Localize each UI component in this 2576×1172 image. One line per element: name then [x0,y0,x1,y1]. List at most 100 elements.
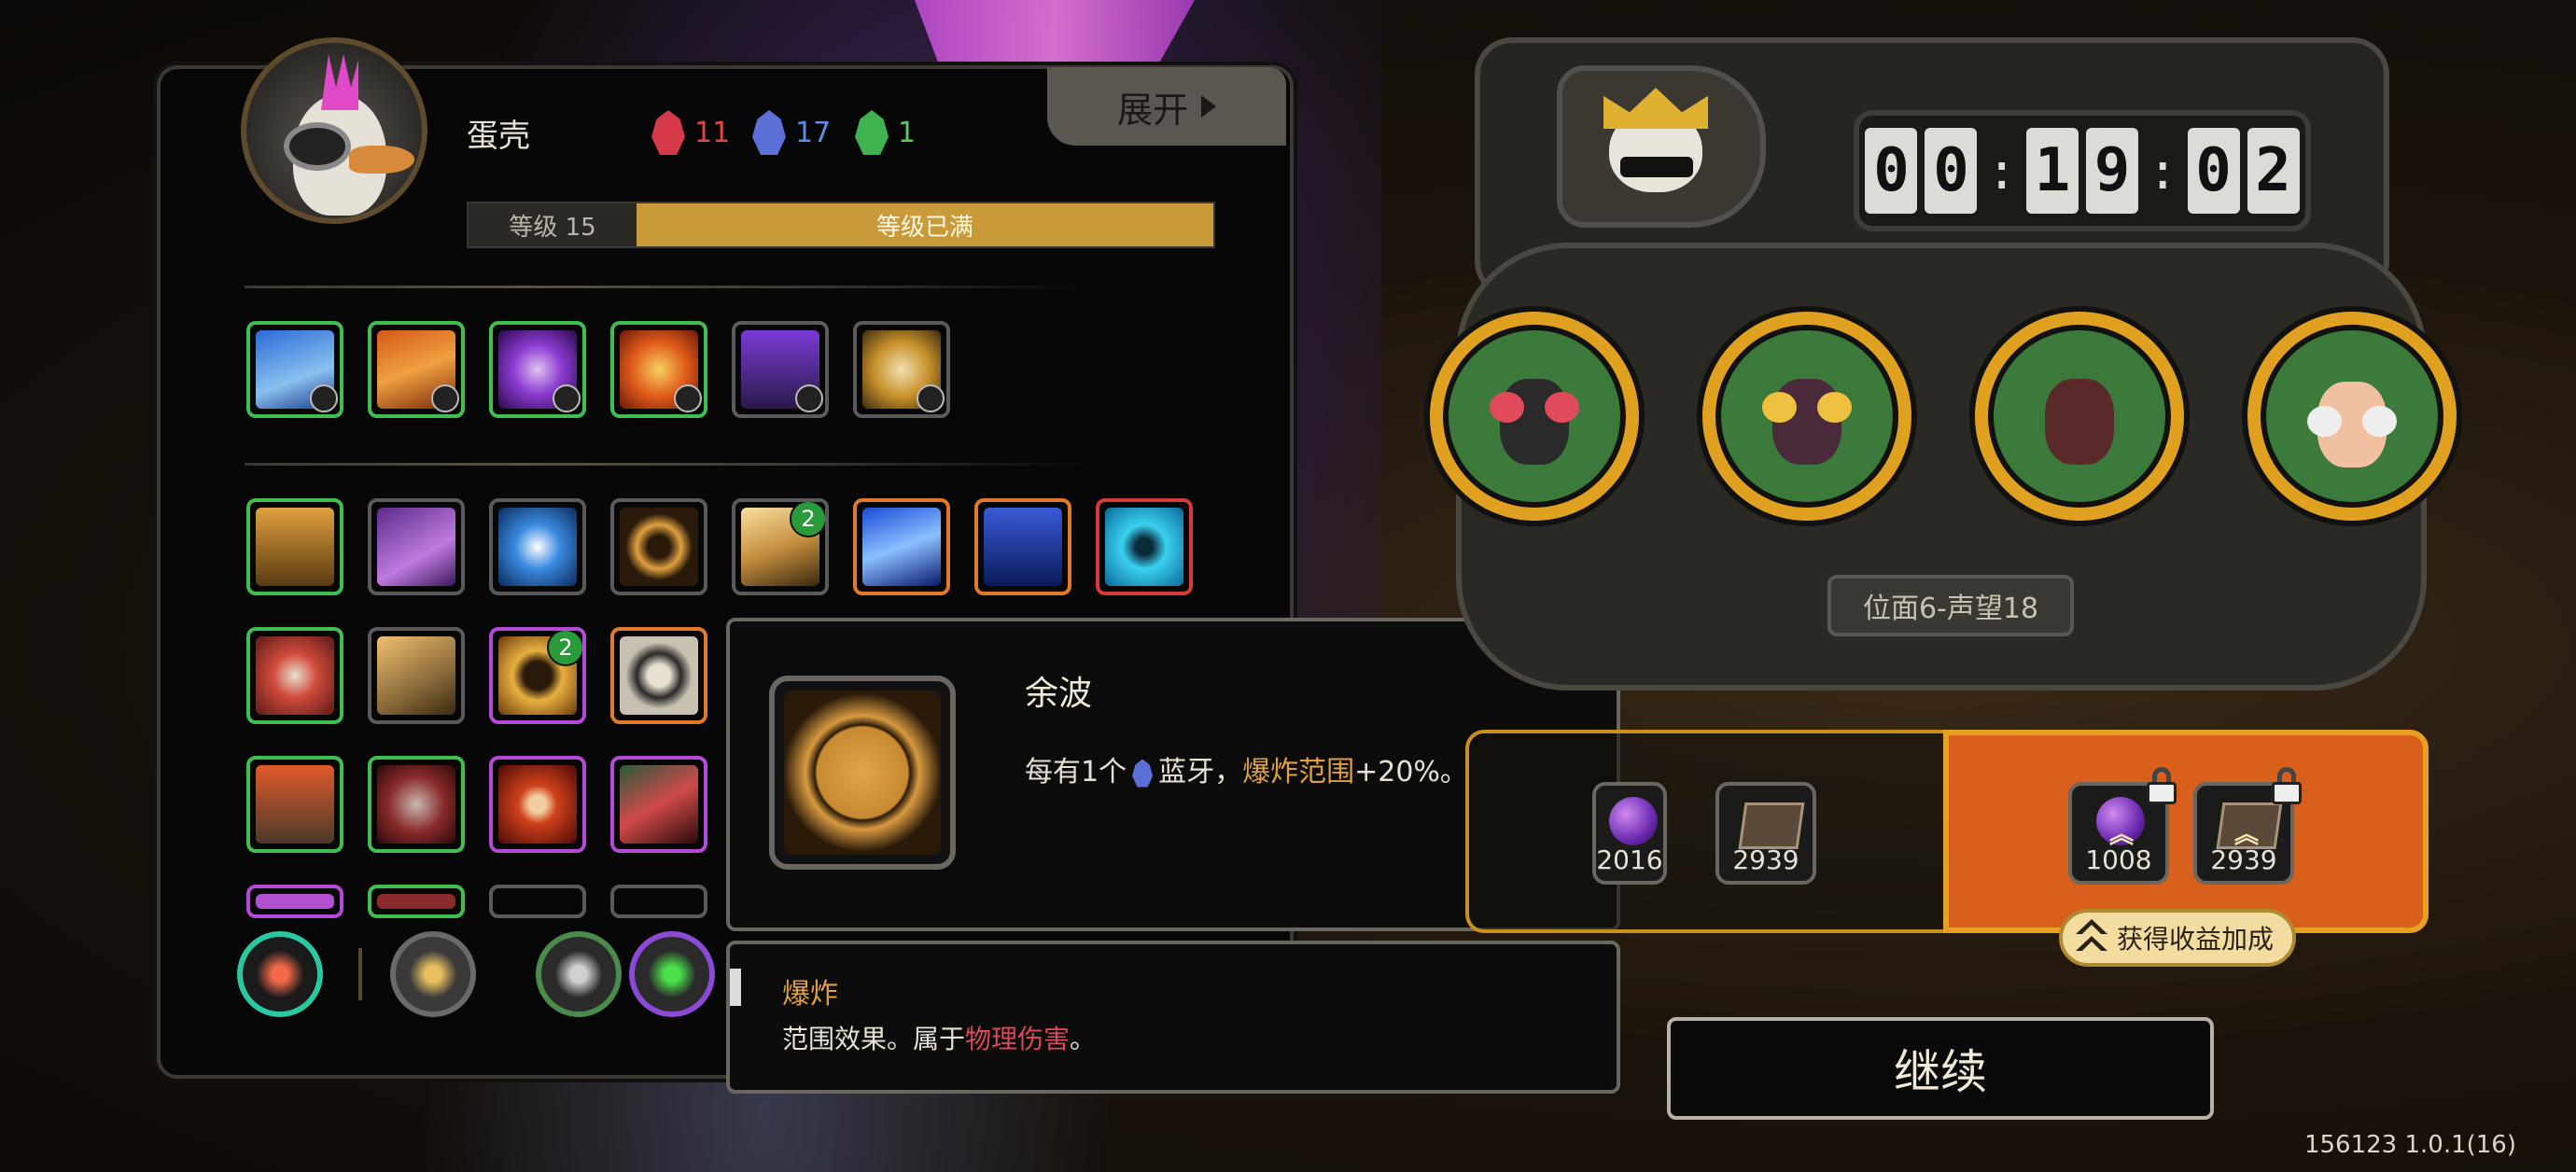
book-bonus-value: 2939 [2210,844,2277,875]
bonus-income-label: 获得收益加成 [2117,924,2275,955]
orb-bonus-value: 1008 [2085,844,2152,875]
level-bar: 等级 15 等级已满 [467,202,1215,248]
skill-slot[interactable] [246,756,343,853]
skill-slot[interactable] [610,756,707,853]
book-reward-value: 2939 [1732,844,1799,875]
skill-slot[interactable] [610,498,707,595]
reward-panel-bonus: ︽ 1008 ︽ 2939 [1943,730,2429,933]
skill-slot[interactable] [246,885,343,918]
tooltip-desc-prefix: 每有1个 [1025,756,1127,788]
triangle-ability-icon[interactable] [536,931,622,1017]
red-unit-value: 11 [694,116,731,149]
sunglasses-icon [1620,157,1693,177]
skill-slot[interactable] [368,627,465,724]
green-unit-icon [855,110,889,155]
timer-digit: 0 [1925,128,1978,214]
green-unit-value: 1 [898,116,917,149]
skill-count-badge: 2 [790,502,825,537]
crown-icon [1603,88,1708,129]
portrait-goggle [284,122,351,171]
bonus-income-button[interactable]: 获得收益加成 [2059,909,2296,967]
keyword-description: 范围效果。属于物理伤害。 [782,1019,1096,1056]
skill-slot[interactable] [610,627,707,724]
tooltip-desc-unit: 蓝牙， [1158,756,1243,788]
blue-unit-count: 17 [752,110,831,155]
portrait-beak [349,146,414,174]
lock-icon [2272,767,2302,804]
skill-slot[interactable] [368,321,465,418]
expand-label: 展开 [1116,89,1188,131]
enemy-portrait-drill[interactable] [1969,306,2190,526]
portrait-mohawk [321,54,358,110]
keyword-title: 爆炸 [782,978,838,1011]
skill-slot[interactable] [1096,498,1193,595]
character-portrait[interactable] [241,37,427,224]
separator [358,948,362,1000]
tooltip-marker [730,969,741,1006]
timer-digit: 0 [2187,128,2240,214]
enemy-portrait-human[interactable] [2242,306,2462,526]
orb-reward-value: 2016 [1596,844,1663,875]
active-ability-icon[interactable] [237,931,323,1017]
lion-ability-icon[interactable] [390,931,476,1017]
skill-slot[interactable] [974,498,1071,595]
stage-label: 位面6-声望18 [1827,575,2074,636]
lock-icon [2147,767,2177,804]
character-name: 蛋壳 [467,118,530,155]
timer-digit: 1 [2026,128,2079,214]
play-arrow-icon [1201,95,1216,118]
green-unit-count: 1 [855,110,916,155]
keyword-desc-prefix: 范围效果。属于 [782,1024,966,1054]
tooltip-desc-suffix: +20%。 [1354,756,1468,788]
continue-button[interactable]: 继续 [1667,1017,2214,1120]
king-duck-badge [1557,65,1766,228]
skill-count-badge: 2 [547,631,582,666]
orb-reward: 2016 [1592,782,1667,885]
skill-slot[interactable] [489,321,586,418]
heart-ability-icon[interactable] [629,931,715,1017]
level-label: 等级 15 [469,203,637,246]
keyword-desc-highlight: 物理伤害 [965,1024,1071,1054]
skill-mini-icon [431,384,459,412]
background-crystal [915,0,1195,75]
red-unit-count: 11 [651,110,730,155]
timer-display: 0 0 : 1 9 : 0 2 [1854,110,2311,231]
blue-unit-icon [752,110,786,155]
skill-slot[interactable]: 2 [489,627,586,724]
keyword-desc-suffix: 。 [1070,1024,1097,1054]
blue-unit-value: 17 [795,116,832,149]
red-unit-icon [651,110,685,155]
expand-button[interactable]: 展开 [1047,67,1286,146]
reward-panel-base: 2016 2939 [1465,730,1951,933]
timer-digit: 2 [2247,128,2300,214]
skill-slot[interactable] [853,498,950,595]
skill-slot[interactable] [246,627,343,724]
skill-slot[interactable] [610,885,707,918]
skill-slot[interactable] [853,321,950,418]
enemy-portrait-bug[interactable] [1424,306,1645,526]
skill-mini-icon [553,384,581,412]
enemy-portrait-demon[interactable] [1697,306,1917,526]
divider [245,286,1085,288]
skill-slot[interactable] [246,498,343,595]
skill-slot[interactable]: 2 [732,498,829,595]
skill-slot[interactable] [368,756,465,853]
skill-mini-icon [310,384,338,412]
purple-orb-icon [1609,797,1658,845]
skill-slot[interactable] [489,498,586,595]
skill-slot[interactable] [368,498,465,595]
timer-colon: : [1986,141,2017,201]
skill-slot[interactable] [732,321,829,418]
tooltip-description: 每有1个 蓝牙，爆炸范围+20%。 [1025,748,1468,789]
skill-slot[interactable] [489,756,586,853]
timer-colon: : [2148,141,2178,201]
version-label: 156123 1.0.1(16) [2303,1131,2516,1159]
timer-digit: 0 [1865,128,1918,214]
blue-unit-icon [1132,759,1154,788]
skill-slot[interactable] [368,885,465,918]
skill-slot[interactable] [489,885,586,918]
skill-slot[interactable] [246,321,343,418]
skill-slot[interactable] [610,321,707,418]
timer-digit: 9 [2086,128,2138,214]
double-chevron-icon [2076,919,2107,951]
